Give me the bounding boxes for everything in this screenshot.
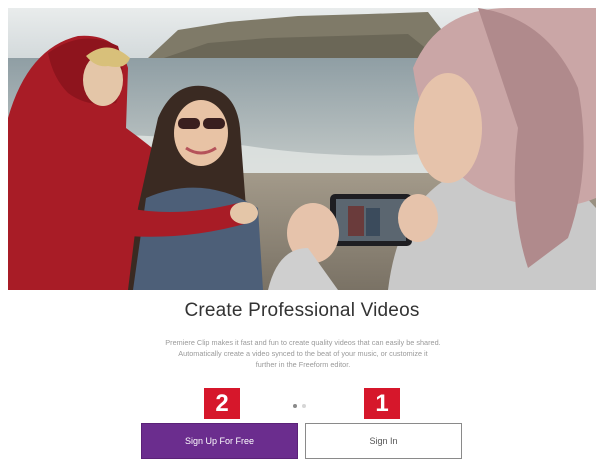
annotation-badge-1: 1 — [364, 388, 400, 419]
description: Premiere Clip makes it fast and fun to c… — [142, 337, 464, 370]
description-line: further in the Freeform editor. — [255, 360, 351, 369]
description-line: Premiere Clip makes it fast and fun to c… — [165, 338, 441, 347]
welcome-screen: Create Professional Videos Premiere Clip… — [0, 0, 604, 465]
hero-photo-illustration — [8, 8, 596, 290]
page-dot[interactable] — [302, 404, 306, 408]
description-line: Automatically create a video synced to t… — [178, 349, 428, 358]
sign-in-button[interactable]: Sign In — [305, 423, 462, 459]
hero-photo — [8, 8, 596, 290]
sign-up-button[interactable]: Sign Up For Free — [141, 423, 298, 459]
page-indicator — [293, 404, 306, 408]
sign-up-button-label: Sign Up For Free — [184, 436, 255, 446]
page-title: Create Professional Videos — [184, 300, 420, 321]
page-dot-active[interactable] — [293, 404, 297, 408]
sign-in-button-label: Sign In — [369, 436, 398, 446]
annotation-badge-2: 2 — [204, 388, 240, 419]
